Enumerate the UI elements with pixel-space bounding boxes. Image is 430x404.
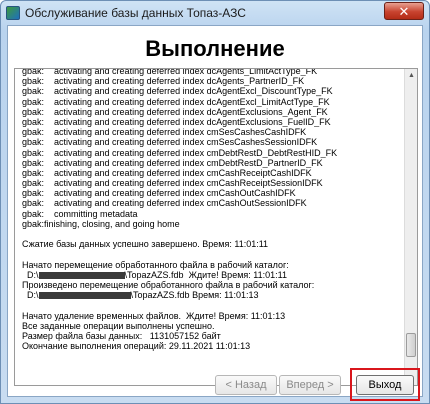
page-title: Выполнение	[145, 36, 285, 61]
scroll-up-arrow-icon[interactable]: ▲	[406, 70, 417, 81]
wizard-page: Выполнение gbak: activating and creating…	[7, 25, 423, 397]
path-prefix: D:\	[27, 290, 39, 301]
scroll-thumb[interactable]	[406, 333, 416, 357]
log-line-move-done-path: D:\ \TopazAZS.fdb Время: 11:01:13	[22, 290, 402, 300]
log-line: gbak: activating and creating deferred i…	[22, 106, 328, 117]
redacted-path	[38, 271, 125, 279]
path-prefix: D:\	[27, 269, 39, 280]
app-window: Обслуживание базы данных Топаз-АЗС ✕ Вып…	[0, 0, 430, 404]
log-line: gbak: activating and creating deferred i…	[22, 96, 330, 107]
log-line-all-done: Все заданные операции выполнены успешно.	[22, 320, 215, 331]
log-line-move-start-path: D:\ \TopazAZS.fdb Ждите! Время: 11:01:11	[22, 270, 402, 280]
log-line-db-size: Размер файла базы данных: 1131057152 бай…	[22, 330, 221, 341]
log-line-temp-delete: Начато удаление временных файлов. Ждите!…	[22, 310, 286, 321]
log-line-compress-done: Сжатие базы данных успешно завершено. Вр…	[22, 239, 269, 250]
log-line: gbak: activating and creating deferred i…	[22, 178, 323, 189]
back-button[interactable]: < Назад	[215, 375, 277, 395]
log-line: gbak: activating and creating deferred i…	[22, 167, 312, 178]
log-line-move-done: Произведено перемещение обработанного фа…	[22, 279, 315, 290]
log-line: gbak: activating and creating deferred i…	[22, 127, 307, 138]
exit-button[interactable]: Выход	[356, 375, 414, 395]
close-icon: ✕	[398, 4, 410, 19]
log-line-move-start: Начато перемещение обработанного файла в…	[22, 259, 289, 270]
log-line-finish-time: Окончание выполнения операций: 29.11.202…	[22, 341, 251, 352]
log-line: gbak: committing metadata	[22, 208, 138, 219]
log-line: gbak: activating and creating deferred i…	[22, 86, 333, 97]
log-line: gbak: activating and creating deferred i…	[22, 116, 331, 127]
log-line: gbak: activating and creating deferred i…	[22, 157, 323, 168]
path-suffix: \TopazAZS.fdb Ждите! Время: 11:01:11	[124, 269, 287, 280]
log-line: gbak: activating and creating deferred i…	[22, 68, 318, 76]
redacted-path	[38, 292, 131, 300]
log-output[interactable]: gbak: activating and creating deferred i…	[14, 68, 418, 386]
close-button[interactable]: ✕	[384, 2, 424, 20]
log-text: gbak: activating and creating deferred i…	[22, 68, 402, 352]
log-line: gbak: activating and creating deferred i…	[22, 137, 318, 148]
log-line: gbak: activating and creating deferred i…	[22, 198, 307, 209]
gbak-lines: gbak: activating and creating deferred i…	[22, 68, 402, 229]
window-title: Обслуживание базы данных Топаз-АЗС	[25, 6, 246, 20]
log-line: gbak: activating and creating deferred i…	[22, 147, 338, 158]
log-line: gbak: activating and creating deferred i…	[22, 188, 296, 199]
path-suffix: \TopazAZS.fdb Время: 11:01:13	[130, 290, 259, 301]
log-line: gbak: activating and creating deferred i…	[22, 76, 305, 87]
next-button[interactable]: Вперед >	[279, 375, 341, 395]
title-bar: Обслуживание базы данных Топаз-АЗС ✕	[1, 1, 429, 25]
log-line: gbak:finishing, closing, and going home	[22, 218, 180, 229]
app-icon	[6, 6, 20, 20]
log-scrollbar[interactable]: ▲ ▼	[404, 69, 417, 385]
